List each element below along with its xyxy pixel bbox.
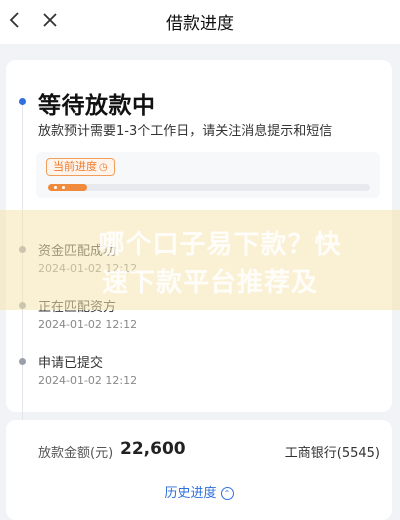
step-dot <box>19 302 26 309</box>
progress-track <box>48 184 370 191</box>
step-name: 资金匹配成功 <box>38 244 117 259</box>
progress-fill-dot <box>62 186 65 189</box>
amount-label: 放款金额(元) <box>38 446 114 461</box>
step-dot <box>19 246 26 253</box>
current-status-dot <box>19 98 26 105</box>
current-progress-box: 当前进度 ◷ <box>36 152 380 198</box>
step-name: 申请已提交 <box>38 356 104 371</box>
history-progress-label: 历史进度 <box>164 486 217 501</box>
history-progress-link[interactable]: 历史进度 ⌃ <box>6 482 392 501</box>
step-time: 2024-01-02 12:12 <box>38 318 138 331</box>
step-time: 2024-01-02 12:12 <box>38 374 138 387</box>
step-time: 2024-01-02 12:12 <box>38 262 138 275</box>
progress-fill <box>48 184 87 191</box>
chevron-up-circle-icon: ⌃ <box>220 487 234 500</box>
timeline-step: 资金匹配成功 2024-01-02 12:12 <box>6 240 386 282</box>
current-progress-label: 当前进度 <box>53 160 97 173</box>
step-name: 正在匹配资方 <box>38 300 117 315</box>
page-title: 借款进度 <box>166 14 234 34</box>
step-dot <box>19 358 26 365</box>
timeline-step: 正在匹配资方 2024-01-02 12:12 <box>6 296 386 338</box>
progress-fill-dot <box>54 186 57 189</box>
amount-value: 22,600 <box>120 439 186 459</box>
loan-summary-card: 放款金额(元) 22,600 工商银行(5545) 历史进度 ⌃ <box>6 420 392 520</box>
current-progress-tag: 当前进度 ◷ <box>46 158 115 176</box>
status-description: 放款预计需要1-3个工作日，请关注消息提示和短信 <box>38 124 333 139</box>
status-title: 等待放款中 <box>38 93 156 119</box>
timeline-step: 申请已提交 2024-01-02 12:12 <box>6 352 386 394</box>
clock-icon: ◷ <box>99 162 108 173</box>
progress-card: 等待放款中 放款预计需要1-3个工作日，请关注消息提示和短信 当前进度 ◷ 资金匹… <box>6 60 392 422</box>
nav-bar: 借款进度 <box>0 0 400 44</box>
bank-account: 工商银行(5545) <box>284 446 380 461</box>
